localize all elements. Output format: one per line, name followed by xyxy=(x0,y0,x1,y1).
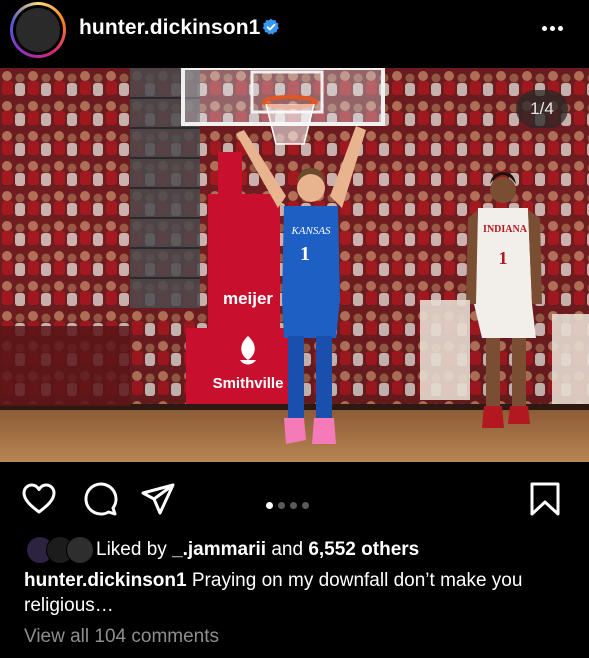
kansas-jersey-text: KANSAS xyxy=(290,225,331,237)
bookmark-icon[interactable] xyxy=(527,481,563,517)
indiana-jersey-number: 1 xyxy=(499,248,508,268)
avatar-frame xyxy=(13,5,63,55)
story-ring[interactable] xyxy=(10,2,66,58)
view-comments-link[interactable]: View all 104 comments xyxy=(24,626,219,648)
action-bar xyxy=(0,462,589,532)
likes-prefix: Liked by xyxy=(96,539,167,560)
post-header: hunter.dickinson1 xyxy=(0,0,589,68)
caption-username[interactable]: hunter.dickinson1 xyxy=(24,570,187,591)
carousel-dot xyxy=(302,502,309,509)
basketball-photo: meijer Smithville KANSAS 1 INDIANA 1 xyxy=(0,68,589,462)
more-options-icon[interactable] xyxy=(542,18,570,38)
username-link[interactable]: hunter.dickinson1 xyxy=(79,16,260,40)
stanchion-text-bottom: Smithville xyxy=(213,375,284,392)
stanchion-text-top: meijer xyxy=(223,289,273,308)
avatar xyxy=(66,536,94,564)
likes-joiner: and xyxy=(271,539,304,560)
carousel-indicator xyxy=(266,496,314,509)
post-image[interactable]: meijer Smithville KANSAS 1 INDIANA 1 xyxy=(0,68,589,462)
paper-plane-icon[interactable] xyxy=(140,481,176,517)
avatar[interactable] xyxy=(16,8,60,52)
verified-badge-icon xyxy=(262,18,279,35)
carousel-dot-active xyxy=(266,502,273,509)
first-liker-link[interactable]: _.jammarii xyxy=(172,539,266,560)
comment-icon[interactable] xyxy=(82,481,118,517)
kansas-jersey-number: 1 xyxy=(300,243,310,265)
image-counter: 1/4 xyxy=(516,90,568,128)
likes-row[interactable]: Liked by _.jammarii and 6,552 others xyxy=(24,536,584,564)
others-link[interactable]: 6,552 others xyxy=(308,539,419,560)
heart-icon[interactable] xyxy=(21,481,57,517)
likes-text: Liked by _.jammarii and 6,552 others xyxy=(96,539,419,561)
indiana-jersey-text: INDIANA xyxy=(483,224,528,235)
carousel-dot xyxy=(278,502,285,509)
carousel-dot xyxy=(290,502,297,509)
liker-avatars xyxy=(24,536,94,564)
caption: hunter.dickinson1 Praying on my downfall… xyxy=(24,568,569,618)
